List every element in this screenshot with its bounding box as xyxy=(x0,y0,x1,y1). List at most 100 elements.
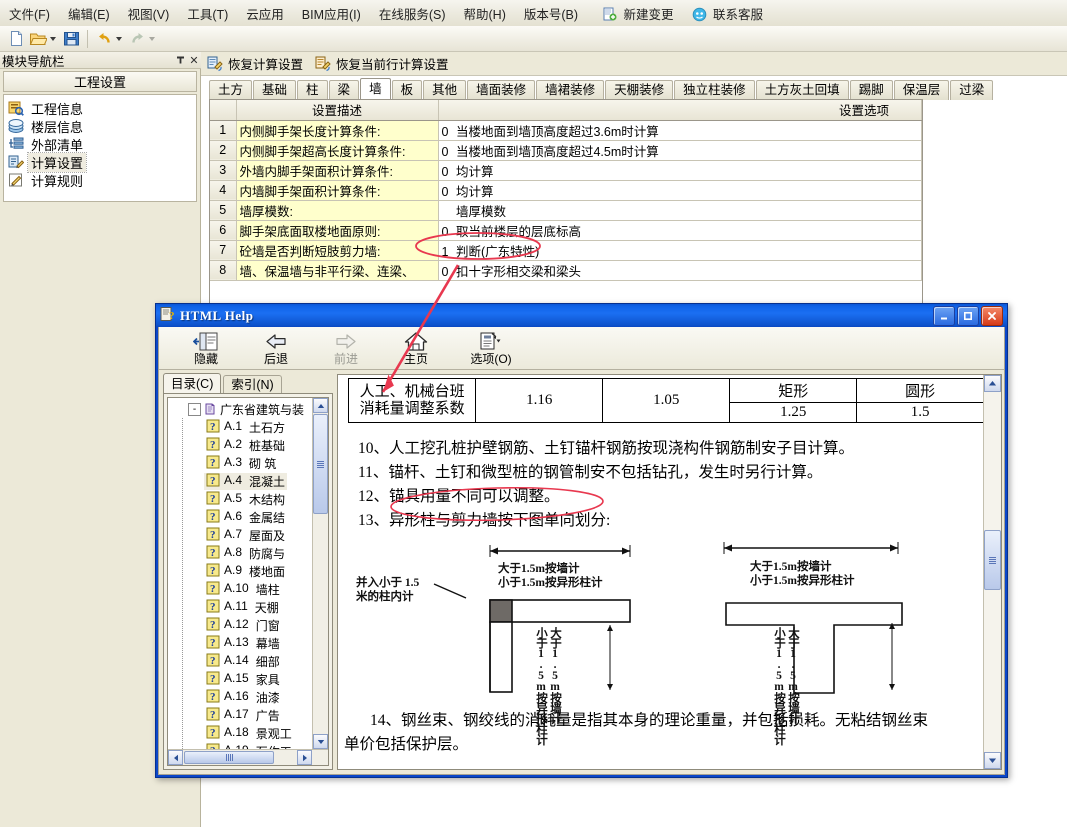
list-item[interactable]: ? A.18 景观工 xyxy=(168,724,313,742)
list-item[interactable]: ? A.8 防腐与 xyxy=(168,544,313,562)
undo-button[interactable] xyxy=(93,28,115,49)
open-file-button[interactable] xyxy=(27,28,49,49)
menu-item-online-service[interactable]: 在线服务(S) xyxy=(371,1,454,26)
list-item[interactable]: ? A.16 油漆 xyxy=(168,688,313,706)
close-button[interactable] xyxy=(981,305,1003,326)
row-option[interactable]: 1 判断(广东特性) xyxy=(438,240,922,261)
tree-scroll-thumb[interactable] xyxy=(313,414,328,514)
tab-lintel[interactable]: 过梁 xyxy=(950,80,994,100)
tab-foundation[interactable]: 基础 xyxy=(253,80,297,100)
list-item[interactable]: ? A.12 门窗 xyxy=(168,616,313,634)
menu-item-new-change[interactable]: 新建变更 xyxy=(594,1,682,26)
list-item[interactable]: ? A.10 墙柱 xyxy=(168,580,313,598)
row-option[interactable]: 0 当楼地面到墙顶高度超过3.6m时计算 xyxy=(438,120,922,141)
tab-insulation-layer[interactable]: 保温层 xyxy=(893,80,950,100)
help-scroll-thumb[interactable] xyxy=(984,530,1001,590)
table-row[interactable]: 1 内侧脚手架长度计算条件: 0 当楼地面到墙顶高度超过3.6m时计算 xyxy=(210,120,922,141)
table-row[interactable]: 5 墙厚模数: 墙厚模数 xyxy=(210,200,922,221)
options-button[interactable]: 选项(O) xyxy=(451,331,531,366)
restore-calc-settings-button[interactable]: 恢复计算设置 xyxy=(207,54,303,73)
help-title-bar[interactable]: ? HTML Help xyxy=(156,304,1007,327)
list-item[interactable]: ? A.13 幕墙 xyxy=(168,634,313,652)
sidebar-item-calc-settings[interactable]: 计算设置 xyxy=(8,151,196,173)
menu-item-version[interactable]: 版本号(B) xyxy=(516,1,586,26)
list-item[interactable]: ? A.11 天棚 xyxy=(168,598,313,616)
scroll-up-arrow-icon[interactable] xyxy=(313,398,328,413)
scroll-down-arrow-icon[interactable] xyxy=(313,734,328,749)
open-file-dropdown-caret[interactable] xyxy=(50,36,56,41)
back-button[interactable]: 后退 xyxy=(241,331,311,366)
list-item[interactable]: ? A.7 屋面及 xyxy=(168,526,313,544)
list-item[interactable]: ? A.14 细部 xyxy=(168,652,313,670)
list-item[interactable]: ? A.3 砌 筑 xyxy=(168,454,313,472)
sidebar-item-external-list[interactable]: 外部清单 xyxy=(8,135,196,153)
table-row[interactable]: 7 砼墙是否判断短肢剪力墙: 1 判断(广东特性) xyxy=(210,240,922,261)
tab-earthwork-backfill[interactable]: 土方灰土回填 xyxy=(755,80,849,100)
scroll-right-arrow-icon[interactable] xyxy=(297,750,312,765)
tree-horizontal-scrollbar[interactable] xyxy=(168,749,328,765)
list-item[interactable]: ? A.1 土石方 xyxy=(168,418,313,436)
menu-item-customer-service[interactable]: 联系客服 xyxy=(684,1,772,26)
maximize-button[interactable] xyxy=(957,305,979,326)
hide-pane-button[interactable]: 隐藏 xyxy=(171,331,241,366)
redo-button[interactable] xyxy=(126,28,148,49)
tab-slab[interactable]: 板 xyxy=(391,80,423,100)
sidebar-item-project-info[interactable]: 工程信息 xyxy=(8,99,196,117)
menu-item-file[interactable]: 文件(F) xyxy=(1,1,58,26)
list-item[interactable]: ? A.17 广告 xyxy=(168,706,313,724)
undo-dropdown-caret[interactable] xyxy=(116,36,122,41)
sidebar-item-calc-rules[interactable]: 计算规则 xyxy=(8,171,196,189)
table-row[interactable]: 2 内侧脚手架超高长度计算条件: 0 当楼地面到墙顶高度超过4.5m时计算 xyxy=(210,140,922,161)
row-option[interactable]: 0 均计算 xyxy=(438,160,922,181)
settings-grid[interactable]: 设置描述 设置选项 1 内侧脚手架长度计算条件: 0 当楼地面到墙顶高度超过3.… xyxy=(209,99,923,333)
redo-dropdown-caret[interactable] xyxy=(149,36,155,41)
tab-independent-column-finish[interactable]: 独立柱装修 xyxy=(674,80,755,100)
row-option[interactable]: 0 当楼地面到墙顶高度超过4.5m时计算 xyxy=(438,140,922,161)
table-row[interactable]: 3 外墙内脚手架面积计算条件: 0 均计算 xyxy=(210,160,922,181)
tab-index[interactable]: 索引(N) xyxy=(223,375,282,394)
scroll-down-arrow-icon[interactable] xyxy=(984,752,1001,769)
home-button[interactable]: 主页 xyxy=(381,331,451,366)
table-row[interactable]: 4 内墙脚手架面积计算条件: 0 均计算 xyxy=(210,180,922,201)
tab-earthwork[interactable]: 土方 xyxy=(209,80,253,100)
help-contents-tree[interactable]: - 广东省建筑与装 ? A.1 土石方 ? A.2 桩基础 ? A.3 砌 筑 ? A.4 混凝… xyxy=(167,397,329,766)
list-item[interactable]: ? A.6 金属结 xyxy=(168,508,313,526)
row-option[interactable]: 0 取当前楼层的层底标高 xyxy=(438,220,922,241)
menu-item-edit[interactable]: 编辑(E) xyxy=(60,1,118,26)
tab-column[interactable]: 柱 xyxy=(297,80,328,100)
menu-item-help[interactable]: 帮助(H) xyxy=(456,1,514,26)
row-option[interactable]: 0 均计算 xyxy=(438,180,922,201)
scroll-up-arrow-icon[interactable] xyxy=(984,375,1001,392)
list-item[interactable]: ? A.5 木结构 xyxy=(168,490,313,508)
menu-item-cloud-app[interactable]: 云应用 xyxy=(238,1,292,26)
tab-contents[interactable]: 目录(C) xyxy=(163,373,222,394)
list-item[interactable]: ? A.15 家具 xyxy=(168,670,313,688)
list-item[interactable]: ? A.9 楼地面 xyxy=(168,562,313,580)
tree-hscroll-thumb[interactable] xyxy=(184,751,274,764)
tree-expander[interactable]: - xyxy=(188,402,201,416)
row-option[interactable]: 墙厚模数 xyxy=(438,200,922,221)
table-row[interactable]: 8 墙、保温墙与非平行梁、连梁、 0 扣十字形相交梁和梁头 xyxy=(210,260,922,281)
restore-row-calc-settings-button[interactable]: 恢复当前行计算设置 xyxy=(315,54,449,73)
tab-skirting[interactable]: 踢脚 xyxy=(849,80,893,100)
tab-beam[interactable]: 梁 xyxy=(328,80,360,100)
help-content-pane[interactable]: 人工、机械台班 消耗量调整系数 1.16 1.05 矩形 圆形 1.25 1.5 xyxy=(337,374,1002,770)
tab-wall-finish[interactable]: 墙面装修 xyxy=(467,80,536,100)
html-help-window[interactable]: ? HTML Help 隐藏 后退 前进 主页 选项(O) 目录(C) 索引(N… xyxy=(155,303,1008,778)
scroll-left-arrow-icon[interactable] xyxy=(168,750,183,765)
save-button[interactable] xyxy=(60,28,82,49)
row-option[interactable]: 0 扣十字形相交梁和梁头 xyxy=(438,260,922,281)
pin-icon[interactable] xyxy=(173,53,187,67)
tab-other[interactable]: 其他 xyxy=(423,80,467,100)
help-content-scrollbar[interactable] xyxy=(983,375,1001,769)
list-item[interactable]: ?A.19石作工 xyxy=(168,742,313,749)
forward-button[interactable]: 前进 xyxy=(311,331,381,366)
menu-item-view[interactable]: 视图(V) xyxy=(120,1,178,26)
new-file-button[interactable] xyxy=(5,28,27,49)
table-row[interactable]: 6 脚手架底面取楼地面原则: 0 取当前楼层的层底标高 xyxy=(210,220,922,241)
menu-item-bim-app[interactable]: BIM应用(I) xyxy=(294,1,369,26)
tab-ceiling-finish[interactable]: 天棚装修 xyxy=(605,80,674,100)
tree-vertical-scrollbar[interactable] xyxy=(312,398,328,749)
list-item[interactable]: ? A.4 混凝土 xyxy=(168,472,313,490)
menu-item-tools[interactable]: 工具(T) xyxy=(179,1,236,26)
